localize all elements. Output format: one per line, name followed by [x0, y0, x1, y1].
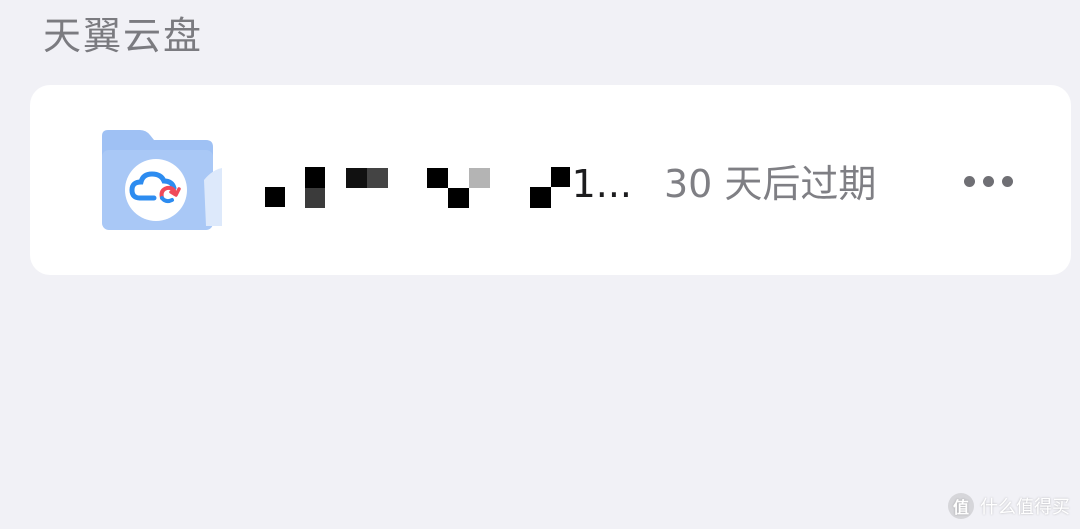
cloud-folder-icon — [100, 128, 226, 232]
more-horizontal-icon — [982, 175, 994, 187]
redacted-mosaic — [265, 167, 570, 208]
section-title: 天翼云盘 — [43, 14, 204, 58]
watermark: 值 什么值得买 — [948, 492, 1070, 520]
file-name[interactable]: 1... — [262, 160, 634, 212]
file-name-text: 1... — [571, 162, 632, 206]
more-horizontal-icon — [963, 175, 975, 187]
expiry-label: 30 天后过期 — [664, 162, 877, 206]
watermark-text: 什么值得买 — [980, 497, 1070, 518]
zhi-badge-icon: 值 — [948, 493, 974, 519]
more-options-button[interactable] — [955, 160, 1021, 202]
more-horizontal-icon — [1001, 175, 1013, 187]
